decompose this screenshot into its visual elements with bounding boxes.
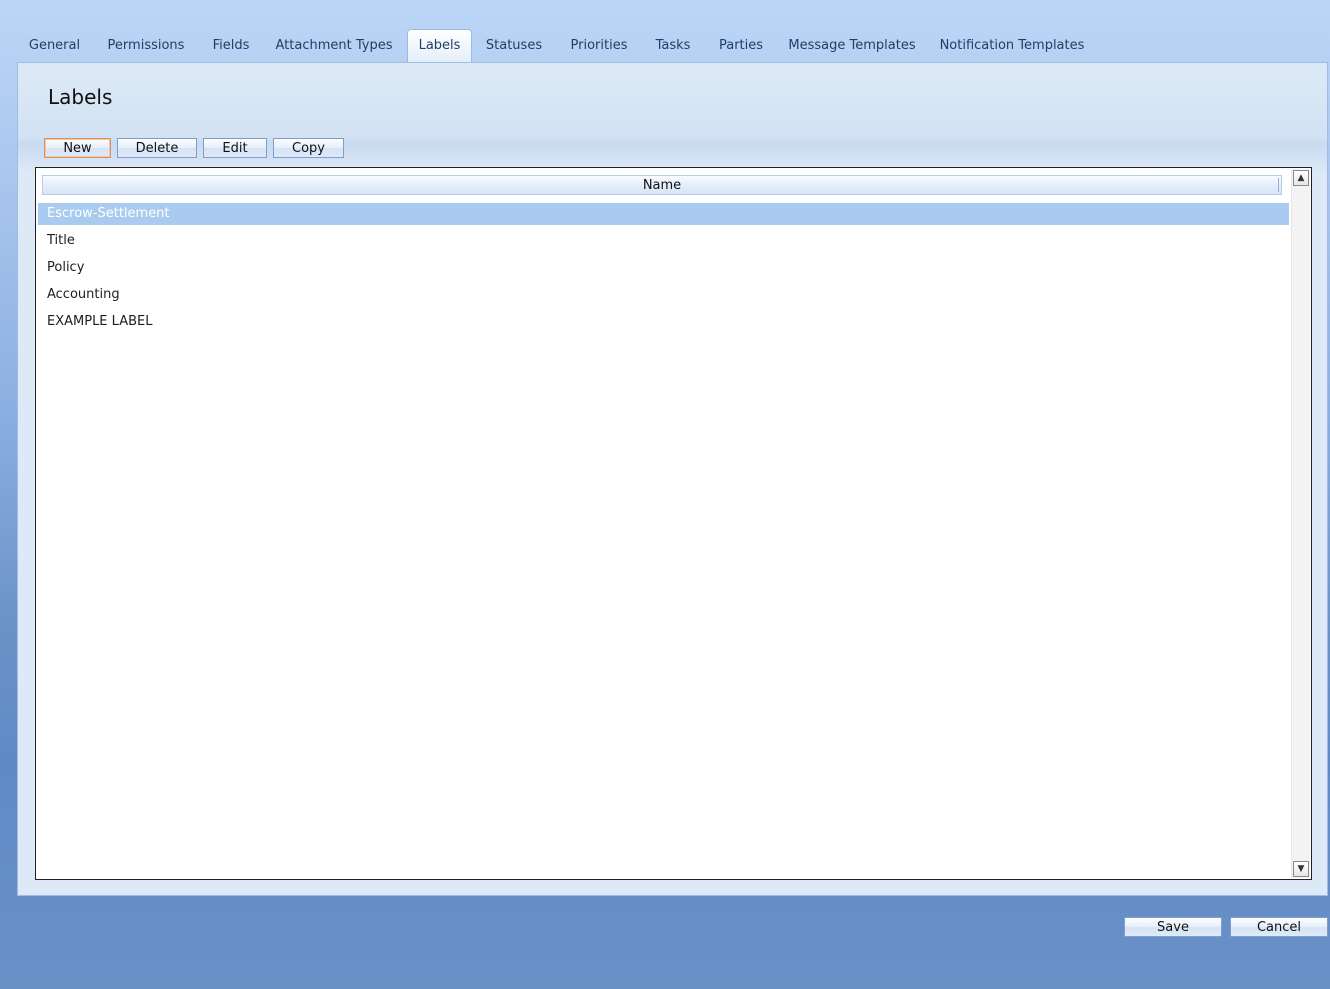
table-row[interactable]: Escrow-Settlement bbox=[38, 203, 1289, 225]
labels-panel: Labels New Delete Edit Copy Name Escrow-… bbox=[17, 62, 1328, 896]
tab-tasks[interactable]: Tasks bbox=[651, 30, 695, 62]
tab-message-templates[interactable]: Message Templates bbox=[787, 30, 917, 62]
tab-fields[interactable]: Fields bbox=[205, 30, 257, 62]
table-row[interactable]: Policy bbox=[38, 257, 1289, 279]
table-row[interactable]: EXAMPLE LABEL bbox=[38, 311, 1289, 333]
new-button[interactable]: New bbox=[44, 138, 111, 158]
labels-grid: Name Escrow-Settlement Title Policy Acco… bbox=[35, 167, 1312, 880]
tab-parties[interactable]: Parties bbox=[715, 30, 767, 62]
column-resize-handle[interactable] bbox=[1278, 178, 1279, 192]
table-row[interactable]: Title bbox=[38, 230, 1289, 252]
save-button[interactable]: Save bbox=[1124, 917, 1222, 937]
table-row[interactable]: Accounting bbox=[38, 284, 1289, 306]
tab-general[interactable]: General bbox=[16, 30, 93, 62]
tab-labels[interactable]: Labels bbox=[407, 29, 472, 62]
edit-button[interactable]: Edit bbox=[203, 138, 267, 158]
cancel-button[interactable]: Cancel bbox=[1230, 917, 1328, 937]
page-title: Labels bbox=[48, 85, 113, 109]
column-header-label: Name bbox=[642, 178, 682, 193]
tab-permissions[interactable]: Permissions bbox=[100, 30, 192, 62]
tab-attachment-types[interactable]: Attachment Types bbox=[273, 30, 395, 62]
scroll-down-arrow-icon[interactable]: ▼ bbox=[1293, 861, 1309, 877]
scroll-up-arrow-icon[interactable]: ▲ bbox=[1293, 170, 1309, 186]
tab-notification-templates[interactable]: Notification Templates bbox=[938, 30, 1086, 62]
tab-priorities[interactable]: Priorities bbox=[564, 30, 634, 62]
copy-button[interactable]: Copy bbox=[273, 138, 344, 158]
tab-statuses[interactable]: Statuses bbox=[482, 30, 546, 62]
vertical-scrollbar[interactable]: ▲ ▼ bbox=[1291, 169, 1310, 878]
column-header-name[interactable]: Name bbox=[42, 175, 1282, 195]
delete-button[interactable]: Delete bbox=[117, 138, 197, 158]
